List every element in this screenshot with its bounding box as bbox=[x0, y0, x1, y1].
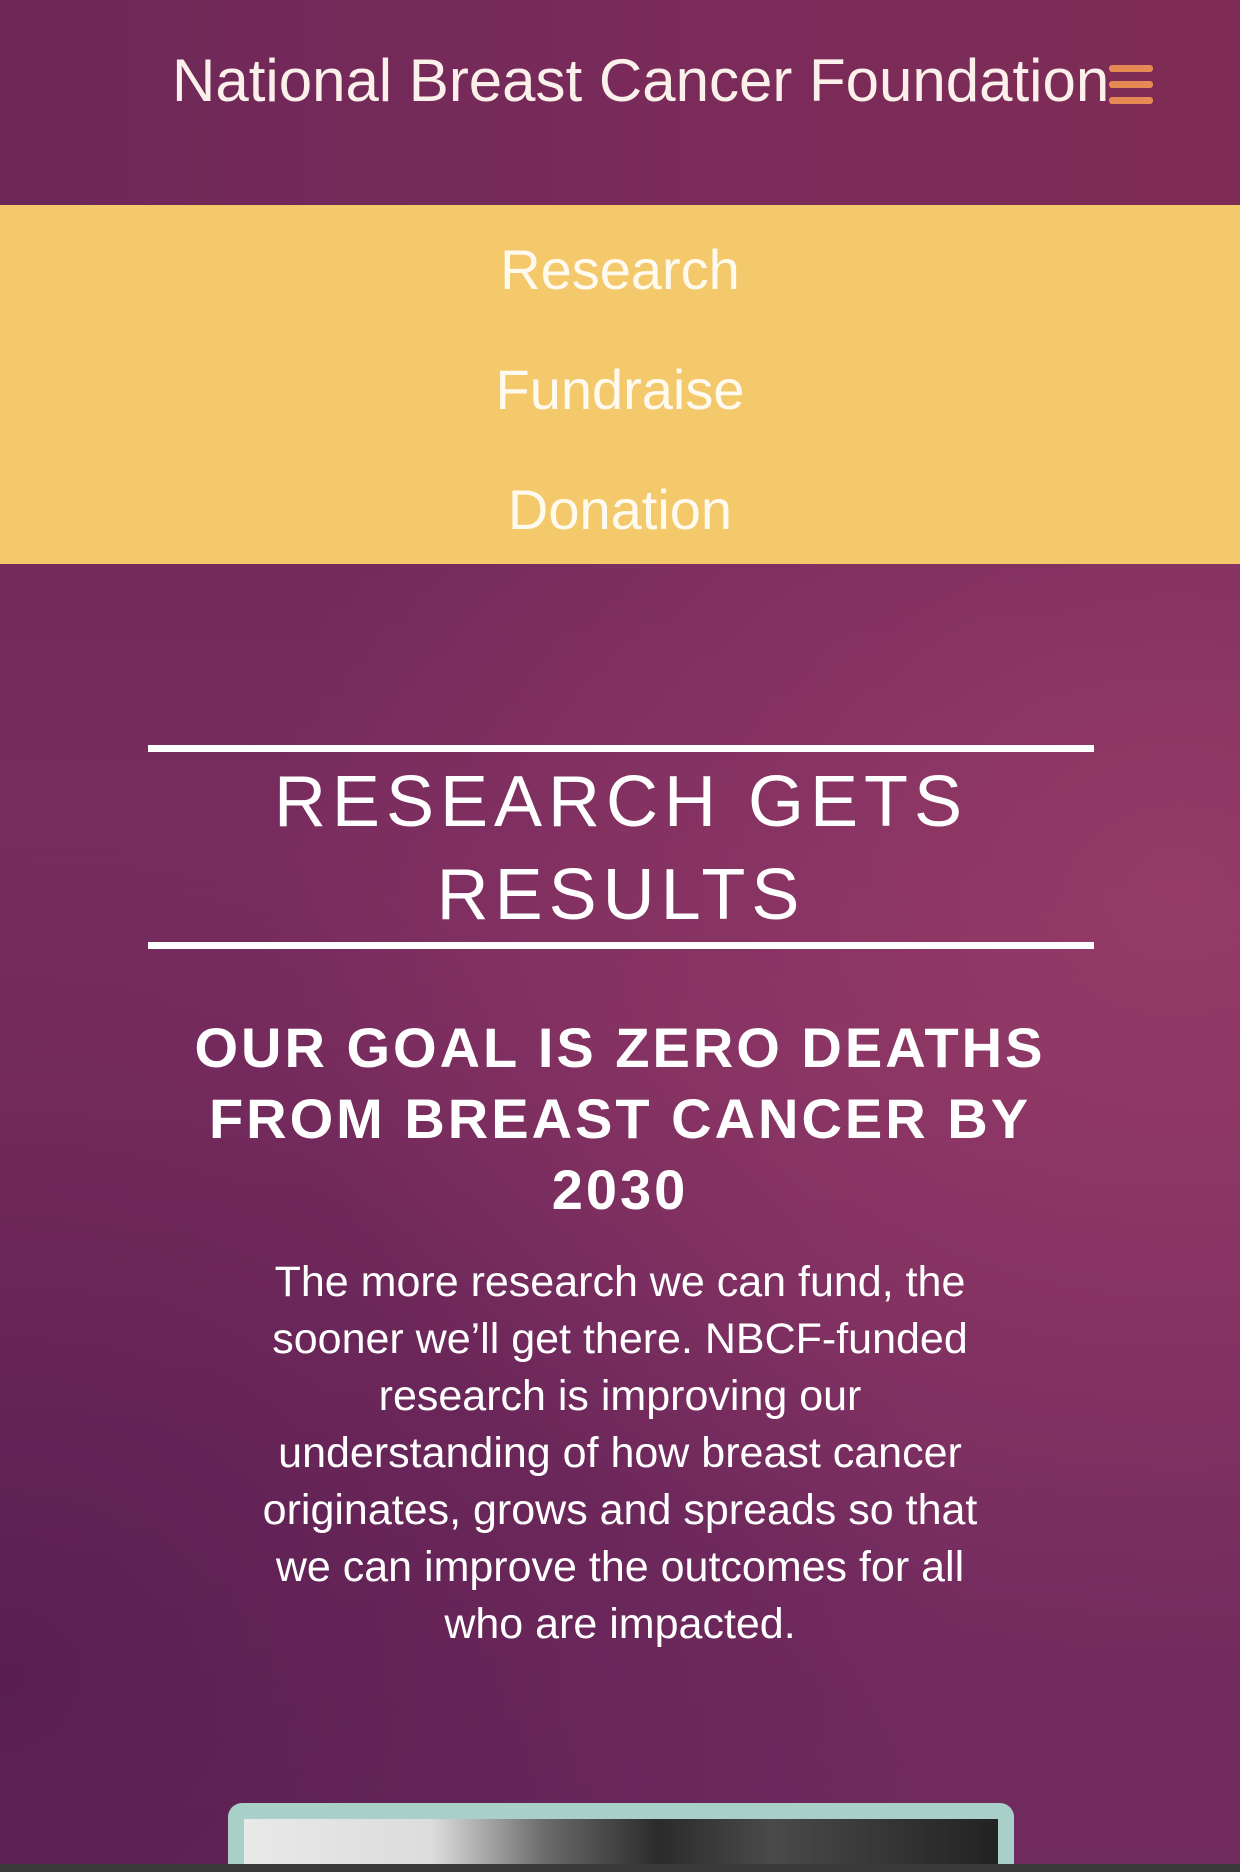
body-line: originates, grows and spreads so that bbox=[262, 1486, 978, 1534]
body-line: sooner we’ll get there. NBCF-funded bbox=[272, 1315, 968, 1363]
hamburger-menu-icon[interactable] bbox=[1109, 65, 1153, 105]
headline-top-rule bbox=[148, 745, 1094, 752]
dropdown-nav-menu: Research Fundraise Donation bbox=[0, 205, 1240, 564]
hero-headline-line2: RESULTS bbox=[436, 855, 806, 935]
site-title[interactable]: National Breast Cancer Foundation bbox=[172, 46, 1109, 116]
body-line: The more research we can fund, the bbox=[274, 1258, 966, 1306]
menu-bar-top bbox=[1109, 65, 1153, 72]
menu-bar-bottom bbox=[1109, 97, 1153, 104]
hero-headline: RESEARCH GETS RESULTS bbox=[148, 756, 1094, 946]
browser-bottom-edge bbox=[0, 1864, 1240, 1872]
goal-line2: FROM BREAST CANCER BY bbox=[208, 1087, 1032, 1150]
body-line: we can improve the outcomes for all bbox=[275, 1543, 965, 1591]
goal-line1: OUR GOAL IS ZERO DEATHS bbox=[194, 1016, 1046, 1079]
headline-bottom-rule bbox=[148, 942, 1094, 949]
hero-body-text: The more research we can fund, the soone… bbox=[200, 1254, 1040, 1654]
research-image-card bbox=[228, 1803, 1014, 1872]
body-line: research is improving our bbox=[378, 1372, 862, 1420]
menu-bar-middle bbox=[1109, 81, 1153, 88]
nav-item-donation[interactable]: Donation bbox=[0, 460, 1240, 560]
nav-item-research[interactable]: Research bbox=[0, 220, 1240, 320]
goal-heading: OUR GOAL IS ZERO DEATHS FROM BREAST CANC… bbox=[150, 1012, 1090, 1227]
hero-headline-line1: RESEARCH GETS bbox=[273, 762, 969, 842]
goal-line3: 2030 bbox=[551, 1158, 689, 1221]
site-header: National Breast Cancer Foundation bbox=[0, 0, 1240, 205]
body-line: who are impacted. bbox=[444, 1600, 796, 1648]
nav-item-fundraise[interactable]: Fundraise bbox=[0, 340, 1240, 440]
body-line: understanding of how breast cancer bbox=[278, 1429, 962, 1477]
